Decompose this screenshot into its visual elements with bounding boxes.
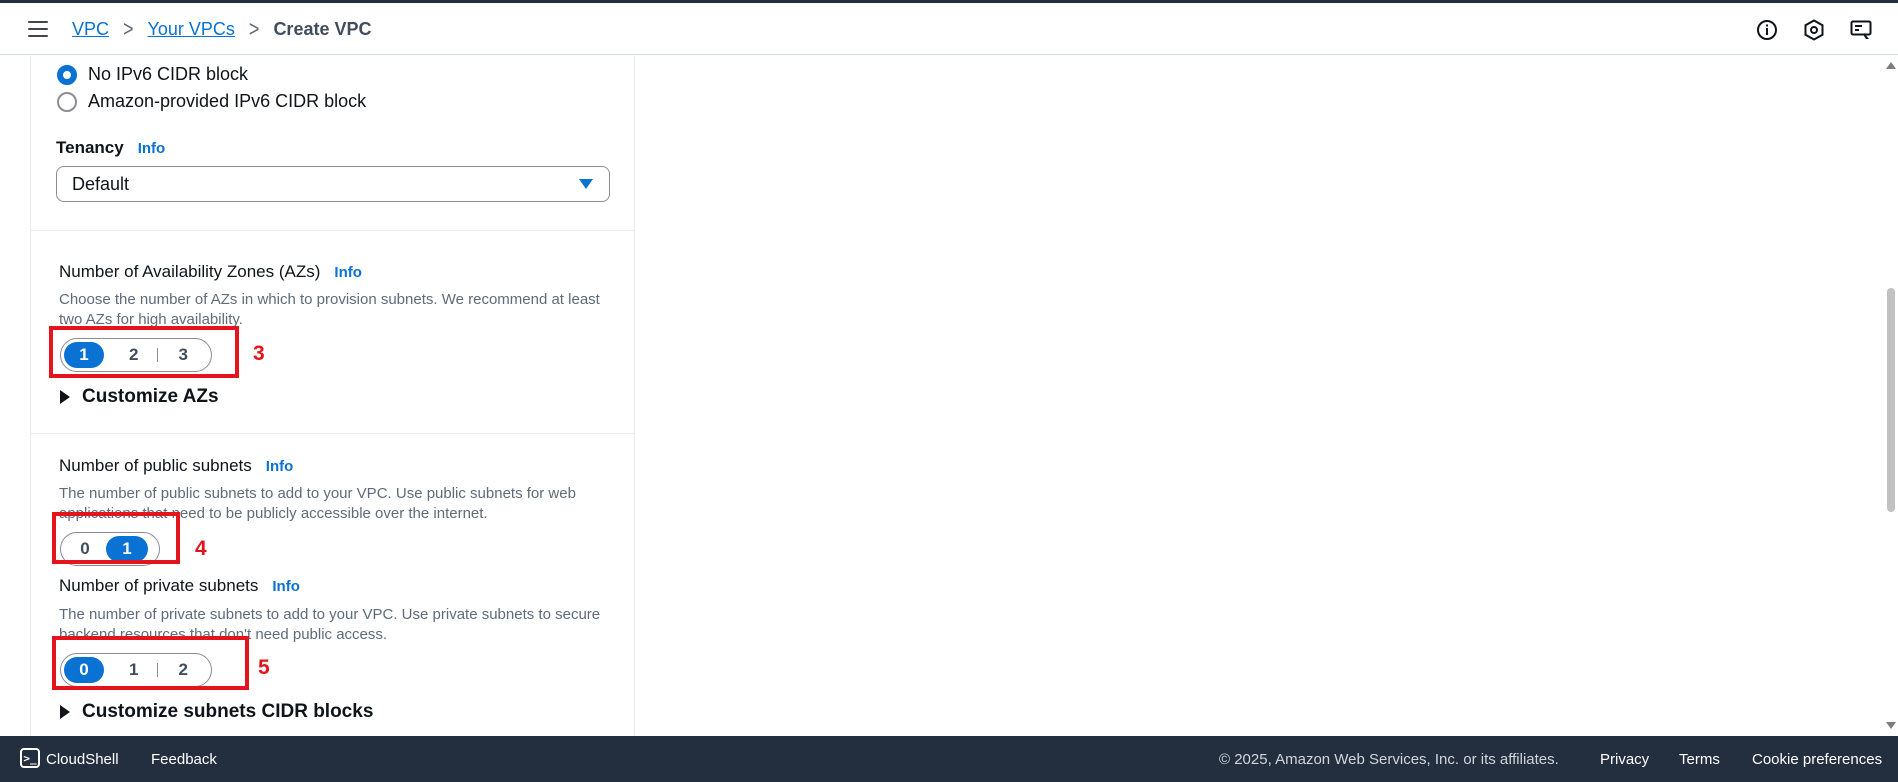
private-subnets-label-text: Number of private subnets (59, 576, 259, 595)
annotation-box-3 (49, 326, 239, 378)
breadcrumb-vpc[interactable]: VPC (72, 19, 109, 40)
breadcrumb-your-vpcs[interactable]: Your VPCs (148, 19, 235, 40)
customize-azs-expander[interactable]: Customize AZs (60, 386, 219, 408)
caret-right-icon (60, 705, 70, 719)
azs-info-link[interactable]: Info (334, 264, 362, 281)
section-divider (31, 433, 634, 434)
private-subnets-info-link[interactable]: Info (272, 578, 300, 595)
scrollbar-thumb[interactable] (1887, 288, 1895, 512)
info-circle-icon[interactable] (1755, 18, 1779, 42)
cookie-preferences-link[interactable]: Cookie preferences (1752, 751, 1882, 768)
section-divider (31, 230, 634, 231)
vpc-settings-panel: No IPv6 CIDR block Amazon-provided IPv6 … (30, 56, 635, 736)
top-navigation-bar: VPC > Your VPCs > Create VPC (0, 3, 1898, 55)
footer-bar: >_ CloudShell Feedback © 2025, Amazon We… (0, 736, 1898, 782)
tenancy-select[interactable]: Default (56, 166, 610, 202)
settings-hexagon-icon[interactable] (1802, 18, 1826, 42)
terms-link[interactable]: Terms (1679, 751, 1720, 768)
copyright-text: © 2025, Amazon Web Services, Inc. or its… (1219, 751, 1559, 768)
annotation-box-4 (52, 512, 180, 564)
cloudshell-icon[interactable]: >_ (20, 748, 40, 768)
public-subnets-label: Number of public subnets Info (59, 456, 293, 476)
notifications-icon[interactable] (1849, 18, 1873, 42)
caret-down-icon (579, 179, 593, 189)
tenancy-info-link[interactable]: Info (138, 140, 166, 157)
tenancy-label-text: Tenancy (56, 138, 124, 157)
azs-description: Choose the number of AZs in which to pro… (59, 291, 600, 328)
radio-no-ipv6[interactable]: No IPv6 CIDR block (57, 64, 248, 85)
caret-right-icon (60, 390, 70, 404)
private-subnets-label: Number of private subnets Info (59, 576, 300, 596)
customize-subnets-cidr-label: Customize subnets CIDR blocks (82, 701, 374, 722)
customize-subnets-cidr-expander[interactable]: Customize subnets CIDR blocks (60, 701, 373, 723)
breadcrumb: VPC > Your VPCs > Create VPC (72, 15, 372, 42)
customize-azs-label: Customize AZs (82, 386, 219, 407)
cloudshell-link[interactable]: CloudShell (46, 751, 119, 768)
chevron-right-icon: > (248, 15, 260, 42)
public-subnets-info-link[interactable]: Info (266, 458, 294, 475)
feedback-link[interactable]: Feedback (151, 751, 217, 768)
radio-label: Amazon-provided IPv6 CIDR block (88, 91, 367, 111)
chevron-right-icon: > (123, 15, 134, 42)
azs-label-text: Number of Availability Zones (AZs) (59, 262, 321, 281)
radio-button-checked[interactable] (57, 64, 77, 85)
hamburger-menu-icon[interactable] (28, 21, 48, 37)
public-subnets-label-text: Number of public subnets (59, 456, 252, 475)
azs-label: Number of Availability Zones (AZs) Info (59, 262, 362, 282)
annotation-number-3: 3 (253, 342, 265, 365)
radio-amazon-ipv6[interactable]: Amazon-provided IPv6 CIDR block (57, 91, 366, 112)
breadcrumb-current-page: Create VPC (273, 19, 372, 39)
scroll-up-arrow-icon[interactable] (1886, 62, 1896, 69)
annotation-number-5: 5 (258, 656, 270, 679)
radio-label: No IPv6 CIDR block (88, 64, 249, 84)
annotation-box-5 (52, 636, 249, 690)
annotation-number-4: 4 (195, 537, 207, 560)
vertical-scrollbar[interactable] (1884, 56, 1898, 736)
tenancy-label: Tenancy Info (56, 138, 165, 158)
radio-button[interactable] (57, 91, 77, 112)
tenancy-select-value: Default (72, 173, 130, 194)
main-content: No IPv6 CIDR block Amazon-provided IPv6 … (0, 56, 1898, 736)
scroll-down-arrow-icon[interactable] (1886, 722, 1896, 729)
privacy-link[interactable]: Privacy (1600, 751, 1649, 768)
